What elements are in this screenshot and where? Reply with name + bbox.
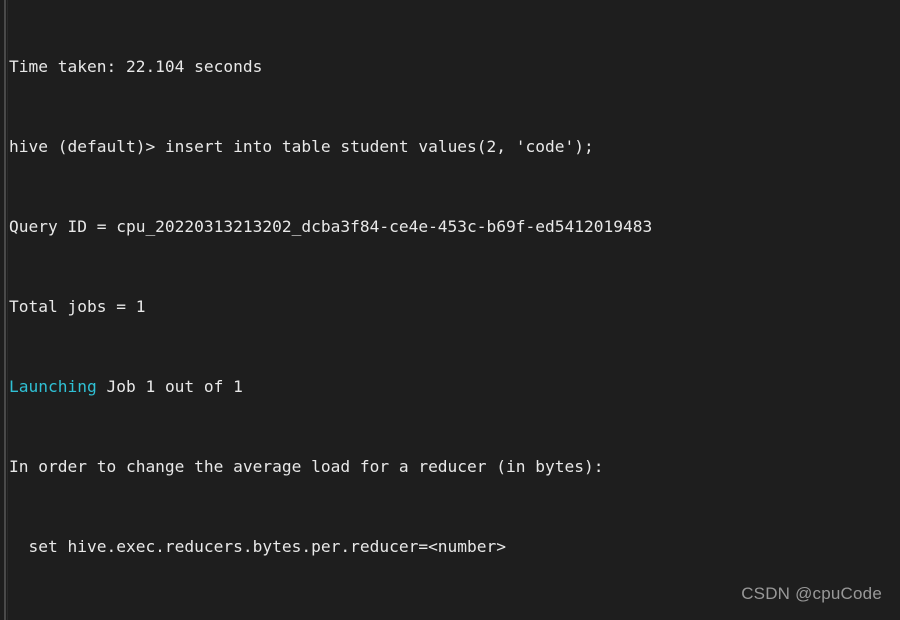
- csdn-watermark: CSDN @cpuCode: [741, 584, 882, 603]
- set-bytes-per-reducer-text: set hive.exec.reducers.bytes.per.reducer…: [9, 537, 507, 556]
- output-line-in-order-average-load: In order to change the average load for …: [9, 457, 900, 477]
- terminal-window[interactable]: Time taken: 22.104 seconds hive (default…: [0, 0, 900, 620]
- time-taken-previous-text: Time taken: 22.104 seconds: [9, 57, 263, 76]
- output-line-launching-job: Launching Job 1 out of 1: [9, 377, 900, 397]
- output-line-set-bytes-per-reducer: set hive.exec.reducers.bytes.per.reducer…: [9, 537, 900, 557]
- output-line-time-taken-previous: Time taken: 22.104 seconds: [9, 57, 900, 77]
- total-jobs-text: Total jobs = 1: [9, 297, 146, 316]
- launching-job-text: Job 1 out of 1: [96, 377, 243, 396]
- output-line-insert-command: hive (default)> insert into table studen…: [9, 137, 900, 157]
- scrollbar-thumb[interactable]: [4, 0, 6, 620]
- shell-prompt: hive (default)>: [9, 137, 165, 156]
- query-id-text: Query ID = cpu_20220313213202_dcba3f84-c…: [9, 217, 653, 236]
- insert-command-text: insert into table student values(2, 'cod…: [164, 137, 594, 156]
- launching-keyword: Launching: [9, 377, 97, 396]
- terminal-output: Time taken: 22.104 seconds hive (default…: [9, 0, 900, 620]
- terminal-scrollbar[interactable]: [0, 0, 9, 620]
- output-line-query-id: Query ID = cpu_20220313213202_dcba3f84-c…: [9, 217, 900, 237]
- output-line-total-jobs: Total jobs = 1: [9, 297, 900, 317]
- in-order-average-load-text: In order to change the average load for …: [9, 457, 604, 476]
- scrollbar-track-edge: [7, 0, 8, 620]
